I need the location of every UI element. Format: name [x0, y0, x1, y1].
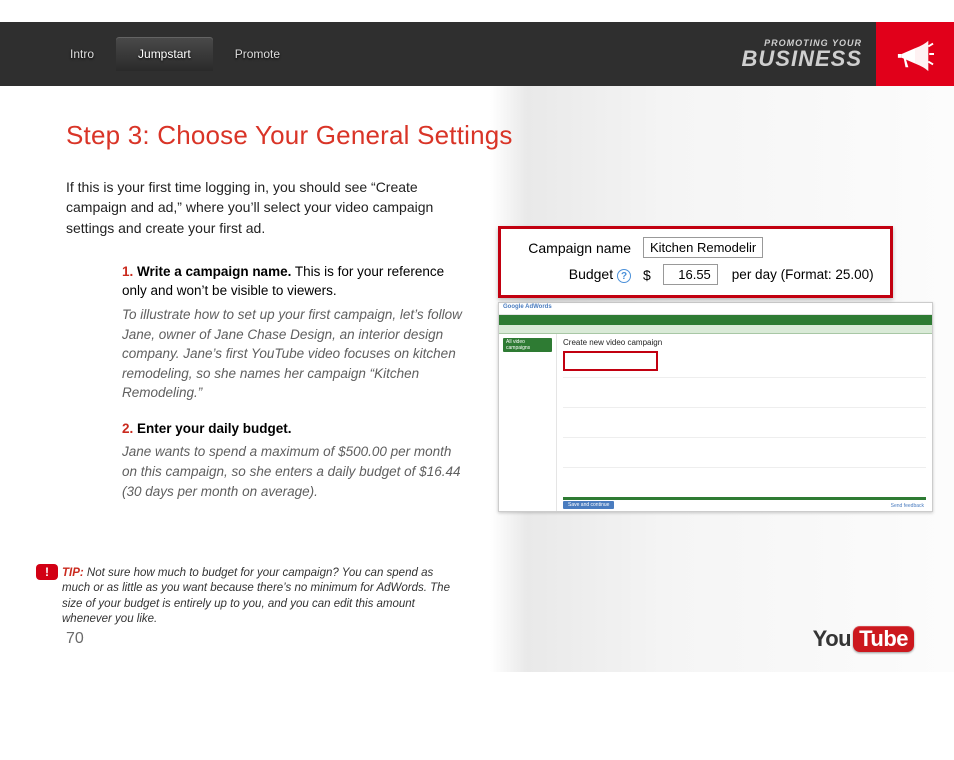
tab-jumpstart[interactable]: Jumpstart [116, 37, 213, 71]
alert-icon [36, 564, 58, 580]
step-example: To illustrate how to set up your first c… [122, 305, 464, 403]
adwords-nav [499, 315, 932, 325]
adwords-section [563, 437, 926, 461]
steps-list: 1. Write a campaign name. This is for yo… [122, 262, 464, 501]
campaign-callout: Campaign name Budget ? $ per day (Format… [498, 226, 893, 298]
step-number: 1. [122, 264, 133, 279]
adwords-sidebar: All video campaigns [499, 334, 557, 511]
intro-paragraph: If this is your first time logging in, y… [66, 177, 456, 238]
adwords-section [563, 407, 926, 431]
currency-symbol: $ [643, 267, 651, 283]
youtube-you: You [813, 626, 851, 652]
tip-box: TIP: Not sure how much to budget for you… [62, 566, 462, 628]
header-right: Promoting Your Business [742, 22, 954, 86]
adwords-screenshot: Google AdWords All video campaigns Creat… [498, 302, 933, 512]
adwords-feedback-link[interactable]: Send feedback [891, 503, 924, 509]
page-number: 70 [66, 630, 84, 648]
brand-block: Promoting Your Business [742, 39, 876, 70]
step-1: 1. Write a campaign name. This is for yo… [122, 262, 464, 403]
adwords-footer: Save and continue Send feedback [563, 497, 926, 509]
youtube-tube: Tube [853, 626, 914, 652]
step-number: 2. [122, 421, 133, 436]
adwords-main-panel: Create new video campaign Save and conti… [557, 334, 932, 511]
budget-hint: per day (Format: 25.00) [732, 267, 874, 282]
adwords-logo-bar: Google AdWords [499, 303, 932, 315]
campaign-name-input[interactable] [643, 237, 763, 258]
megaphone-badge [876, 22, 954, 86]
adwords-section [563, 467, 926, 491]
budget-label: Budget ? [511, 266, 631, 283]
tip-text: Not sure how much to budget for your cam… [62, 567, 450, 626]
tab-promote[interactable]: Promote [213, 37, 302, 71]
adwords-section [563, 377, 926, 401]
main-content: Step 3: Choose Your General Settings If … [0, 86, 954, 672]
budget-input[interactable] [663, 264, 718, 285]
adwords-subnav [499, 325, 932, 334]
adwords-highlight-box [563, 351, 658, 371]
youtube-logo: YouTube [813, 626, 914, 652]
campaign-name-label: Campaign name [511, 240, 631, 256]
nav-tabs: Intro Jumpstart Promote [48, 37, 302, 71]
tab-intro[interactable]: Intro [48, 37, 116, 71]
adwords-main-title: Create new video campaign [563, 338, 926, 347]
adwords-save-button[interactable]: Save and continue [563, 501, 614, 509]
step-heading: Write a campaign name. [137, 264, 291, 279]
megaphone-icon [896, 35, 934, 73]
page-footer: 70 YouTube [66, 626, 914, 652]
tip-lead: TIP: [62, 567, 84, 579]
page-title: Step 3: Choose Your General Settings [66, 120, 904, 151]
brand-title: Business [742, 48, 862, 70]
header-bar: Intro Jumpstart Promote Promoting Your B… [0, 22, 954, 86]
step-example: Jane wants to spend a maximum of $500.00… [122, 442, 464, 501]
help-icon[interactable]: ? [617, 269, 631, 283]
step-2: 2. Enter your daily budget. Jane wants t… [122, 419, 464, 501]
adwords-sidebar-tag: All video campaigns [503, 338, 552, 352]
step-heading: Enter your daily budget. [137, 421, 292, 436]
screenshot-area: Campaign name Budget ? $ per day (Format… [498, 226, 933, 512]
